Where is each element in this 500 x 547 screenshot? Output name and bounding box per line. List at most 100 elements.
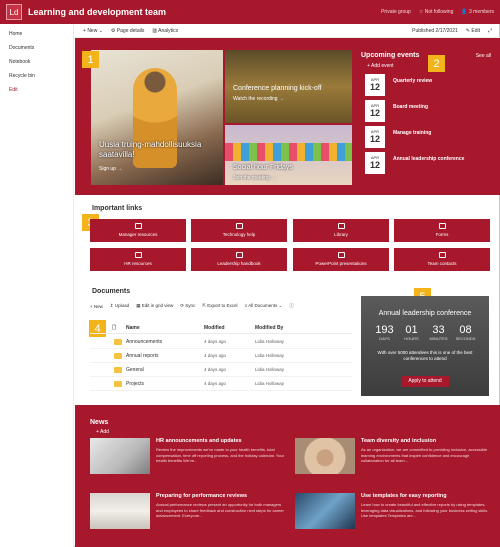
bunting-flags-image [225,143,352,161]
table-row[interactable]: General 4 days ago Lidia Holloway [90,363,352,377]
table-row[interactable]: Annual reports 4 days ago Lidia Holloway [90,349,352,363]
news-item[interactable]: Use templates for easy reporting Learn h… [295,493,493,541]
hero-tile-link[interactable]: Sign up → [99,166,122,172]
event-month: APR [370,155,380,160]
doc-modified: 4 days ago [204,381,227,386]
calendar-date-icon: APR 12 [365,74,385,96]
folder-icon [114,353,122,359]
hero-tile-link[interactable]: Watch the recording → [233,96,284,102]
event-item[interactable]: APR 12 Annual leadership conference [365,152,489,174]
event-item[interactable]: APR 12 Board meeting [365,100,489,122]
countdown-unit: DAYS [379,336,390,341]
doc-new-button[interactable]: + New [90,304,103,309]
doc-upload-button[interactable]: ↥ Upload [110,303,129,309]
table-row[interactable]: Projects 4 days ago Lidia Holloway [90,377,352,391]
doc-modified-by: Lidia Holloway [255,367,285,372]
hero-tile-social[interactable]: Social hour Fridays Join the meeting → [225,125,352,185]
countdown-unit: MINUTES [429,336,448,341]
expand-icon[interactable]: ⤢ [488,28,492,34]
event-name: Quarterly review [393,78,433,84]
quick-link-powerpoint[interactable]: PowerPoint presentations [293,248,389,271]
members-button[interactable]: 👤 3 members [461,9,494,15]
column-modified-by[interactable]: Modified By [255,325,283,331]
quick-link-forms[interactable]: Forms [394,219,490,242]
page-details-button[interactable]: ⚙ Page details [111,28,144,34]
calendar-date-icon: APR 12 [365,126,385,148]
site-header: Ld Learning and development team Private… [0,0,500,24]
news-summary: Review the improvements we've made to yo… [156,447,285,463]
column-name[interactable]: Name [126,325,140,331]
documents-title: Documents [92,288,131,295]
hero-tile-link[interactable]: Join the meeting → [233,175,276,181]
analytics-label: Analytics [158,27,179,34]
quick-link-leadership-handbook[interactable]: Leadership handbook [191,248,287,271]
event-item[interactable]: APR 12 Quarterly review [365,74,489,96]
news-thumbnail [295,438,355,474]
new-button[interactable]: + New ⌄ [83,28,103,34]
quick-link-hr-resources[interactable]: HR resources [90,248,186,271]
add-event-button[interactable]: + Add event [367,63,394,69]
group-privacy-label: Private group [381,9,411,15]
add-news-button[interactable]: + Add [96,429,109,435]
doc-grid-edit-button[interactable]: ▦ Edit in grid view [136,303,173,309]
events-see-all-link[interactable]: See all [476,53,491,59]
news-item[interactable]: HR announcements and updates Review the … [90,438,288,486]
nav-item-documents[interactable]: Documents [0,41,73,55]
info-icon[interactable]: ⓘ [289,303,294,309]
table-row[interactable]: Announcements 4 days ago Lidia Holloway [90,335,352,349]
doc-name[interactable]: General [126,367,144,373]
news-item[interactable]: Preparing for performance reviews Annual… [90,493,288,541]
news-thumbnail [90,493,150,529]
nav-item-home[interactable]: Home [0,27,73,41]
quick-link-technology-help[interactable]: Technology help [191,219,287,242]
event-name: Manage training [393,130,432,136]
doc-modified: 4 days ago [204,367,227,372]
news-headline: Team diversity and inclusion [361,438,437,444]
event-month: APR [370,103,380,108]
quick-link-manager-resources[interactable]: Manager resources [90,219,186,242]
news-headline: Use templates for easy reporting [361,493,447,499]
nav-edit-link[interactable]: Edit [0,83,73,97]
nav-item-recycle-bin[interactable]: Recycle bin [0,69,73,83]
quick-link-team-contacts[interactable]: Team contacts [394,248,490,271]
doc-name[interactable]: Annual reports [126,353,159,359]
new-label: New [87,27,98,34]
analytics-button[interactable]: ▥ Analytics [152,28,178,34]
callout-badge-2: 2 [428,55,445,72]
doc-name[interactable]: Announcements [126,339,162,345]
news-item[interactable]: Team diversity and inclusion As an organ… [295,438,493,486]
quick-link-label: Technology help [222,232,256,237]
doc-name[interactable]: Projects [126,381,144,387]
site-logo[interactable]: Ld [6,4,22,20]
folder-icon [114,381,122,387]
events-webpart: Upcoming events See all + Add event APR 1… [361,50,493,190]
column-modified[interactable]: Modified [204,325,225,331]
quick-link-label: Manager resources [118,232,158,237]
apply-to-attend-button[interactable]: Apply to attend [401,376,449,387]
site-title[interactable]: Learning and development team [28,7,166,17]
doc-sync-button[interactable]: ⟳ Sync [180,303,195,309]
nav-item-notebook[interactable]: Notebook [0,55,73,69]
quick-link-library[interactable]: Library [293,219,389,242]
doc-export-button[interactable]: ⇱ Export to Excel [202,303,237,309]
command-bar: + New ⌄ ⚙ Page details ▥ Analytics Publi… [75,24,500,38]
event-month: APR [370,129,380,134]
doc-modified-by: Lidia Holloway [255,381,285,386]
countdown-webpart: Annual leadership conference 193 DAYS 01 H… [361,296,489,396]
news-summary: Learn how to create beautiful and effect… [361,502,489,518]
doc-view-dropdown[interactable]: ≡ All Documents ⌄ [245,303,283,309]
doc-modified: 4 days ago [204,353,227,358]
news-section: News + Add HR announcements and updates … [75,405,500,547]
grid-icon [134,223,142,229]
edit-page-button[interactable]: ✎ Edit [466,28,480,34]
countdown-unit: HOURS [404,336,419,341]
countdown-unit: SECONDS [455,336,476,341]
follow-button[interactable]: ☆ Not following [419,9,454,15]
export-label: Export to Excel [207,303,238,308]
event-item[interactable]: APR 12 Manage training [365,126,489,148]
news-thumbnail [295,493,355,529]
hero-tile-training[interactable]: Uusia truing-mahdollisuuksia saatavilla!… [91,50,223,185]
hero-tile-conference[interactable]: Conference planning kick-off Watch the r… [225,50,352,123]
quick-link-label: Leadership handbook [217,261,261,266]
calendar-date-icon: APR 12 [365,100,385,122]
